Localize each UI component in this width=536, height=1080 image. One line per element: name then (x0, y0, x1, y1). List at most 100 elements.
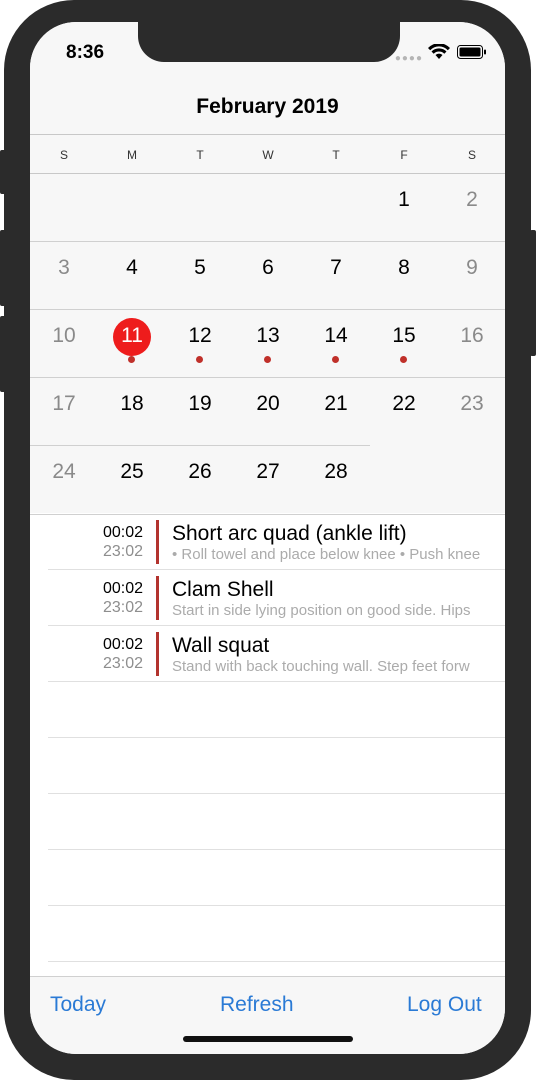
day-cell-25[interactable]: 25 (98, 446, 166, 514)
logout-button[interactable]: Log Out (407, 993, 482, 1017)
day-number: 28 (324, 460, 348, 483)
list-separator (48, 681, 505, 682)
screen: February 2019 SMTWTFS 1 2 3 4 5 6 7 8 9 10 11 12 13 1… (30, 22, 505, 1054)
day-cell-19[interactable]: 19 (166, 378, 234, 446)
event-start-time: 00:02 (102, 580, 143, 597)
event-dot (196, 356, 203, 363)
event-color-bar (156, 520, 159, 564)
notch (138, 22, 400, 62)
day-number: 21 (324, 392, 348, 415)
event-end-time: 23:02 (102, 543, 143, 560)
day-number: 9 (466, 256, 478, 279)
list-separator (48, 625, 505, 626)
day-cell-14[interactable]: 14 (302, 310, 370, 378)
weekday-label: S (59, 148, 68, 162)
day-cell-13[interactable]: 13 (234, 310, 302, 378)
event-dot (332, 356, 339, 363)
event-color-bar (156, 632, 159, 676)
day-cell-10[interactable]: 10 (30, 310, 98, 378)
event-title: Clam Shell (172, 578, 274, 601)
event-start-time: 00:02 (102, 524, 143, 541)
mute-switch (0, 150, 6, 194)
day-cell-21[interactable]: 21 (302, 378, 370, 446)
day-cell-1[interactable]: 1 (370, 174, 438, 242)
day-cell-3[interactable]: 3 (30, 242, 98, 310)
day-number: 15 (392, 324, 416, 347)
day-cell-4[interactable]: 4 (98, 242, 166, 310)
day-cell-7[interactable]: 7 (302, 242, 370, 310)
event-row[interactable]: 00:02 23:02 Clam Shell Start in side lying … (48, 570, 505, 626)
day-number: 27 (256, 460, 280, 483)
day-cell-22[interactable]: 22 (370, 378, 438, 446)
day-number: 4 (126, 256, 138, 279)
volume-down-button (0, 316, 6, 392)
day-number: 1 (398, 188, 410, 211)
day-cell-28[interactable]: 28 (302, 446, 370, 514)
day-cell-23[interactable]: 23 (438, 378, 505, 446)
day-cell-11[interactable]: 11 (98, 310, 166, 378)
event-end-time: 23:02 (102, 655, 143, 672)
day-number: 10 (52, 324, 76, 347)
weekday-label: S (467, 148, 476, 162)
event-start-time: 00:02 (102, 636, 143, 653)
day-cell-6[interactable]: 6 (234, 242, 302, 310)
event-row[interactable]: 00:02 23:02 Short arc quad (ankle lift) • R… (48, 514, 505, 570)
day-number: 8 (398, 256, 410, 279)
bottom-toolbar: Today Refresh Log Out (30, 976, 505, 1054)
day-number: 25 (120, 460, 144, 483)
day-cell-8[interactable]: 8 (370, 242, 438, 310)
day-number: 11 (121, 324, 143, 347)
day-cell-24[interactable]: 24 (30, 446, 98, 514)
month-title: February 2019 (196, 95, 339, 118)
day-number: 12 (188, 324, 212, 347)
day-number: 22 (392, 392, 416, 415)
day-number: 6 (262, 256, 274, 279)
weekday-label: W (262, 148, 274, 162)
day-cell-15[interactable]: 15 (370, 310, 438, 378)
battery-icon (457, 45, 486, 59)
weekday-label: M (127, 148, 137, 162)
signal-icon: ●●●● (394, 53, 423, 64)
event-end-time: 23:02 (102, 599, 143, 616)
day-number: 2 (466, 188, 478, 211)
list-separator (48, 849, 505, 850)
list-separator (48, 793, 505, 794)
day-cell-26[interactable]: 26 (166, 446, 234, 514)
day-cell-27[interactable]: 27 (234, 446, 302, 514)
day-cell-17[interactable]: 17 (30, 378, 98, 446)
event-description: • Roll towel and place below knee • Push… (172, 546, 481, 563)
divider (30, 134, 505, 135)
day-cell-5[interactable]: 5 (166, 242, 234, 310)
day-cell-12[interactable]: 12 (166, 310, 234, 378)
day-number: 23 (460, 392, 484, 415)
day-cell-2[interactable]: 2 (438, 174, 505, 242)
today-button[interactable]: Today (50, 993, 106, 1017)
day-number: 24 (52, 460, 76, 483)
day-number: 20 (256, 392, 280, 415)
event-dot (264, 356, 271, 363)
event-color-bar (156, 576, 159, 620)
event-description: Start in side lying position on good sid… (172, 602, 471, 619)
day-number: 3 (58, 256, 70, 279)
calendar-header: February 2019 SMTWTFS 1 2 3 4 5 6 7 8 9 10 11 12 13 1… (30, 22, 505, 515)
day-cell-20[interactable]: 20 (234, 378, 302, 446)
status-time: 8:36 (66, 42, 105, 63)
day-number: 17 (52, 392, 76, 415)
weekday-label: T (196, 148, 204, 162)
list-separator (48, 905, 505, 906)
event-dot (400, 356, 407, 363)
event-row[interactable]: 00:02 23:02 Wall squat Stand with back touc… (48, 626, 505, 682)
day-number: 19 (188, 392, 212, 415)
day-cell-16[interactable]: 16 (438, 310, 505, 378)
day-cell-18[interactable]: 18 (98, 378, 166, 446)
wifi-icon (428, 44, 450, 59)
list-separator (48, 961, 505, 962)
weekday-label: F (400, 148, 408, 162)
day-number: 16 (460, 324, 484, 347)
day-number: 5 (194, 256, 206, 279)
weekday-label: T (332, 148, 340, 162)
day-number: 13 (256, 324, 280, 347)
day-cell-9[interactable]: 9 (438, 242, 505, 310)
list-separator (48, 569, 505, 570)
refresh-button[interactable]: Refresh (220, 993, 294, 1017)
